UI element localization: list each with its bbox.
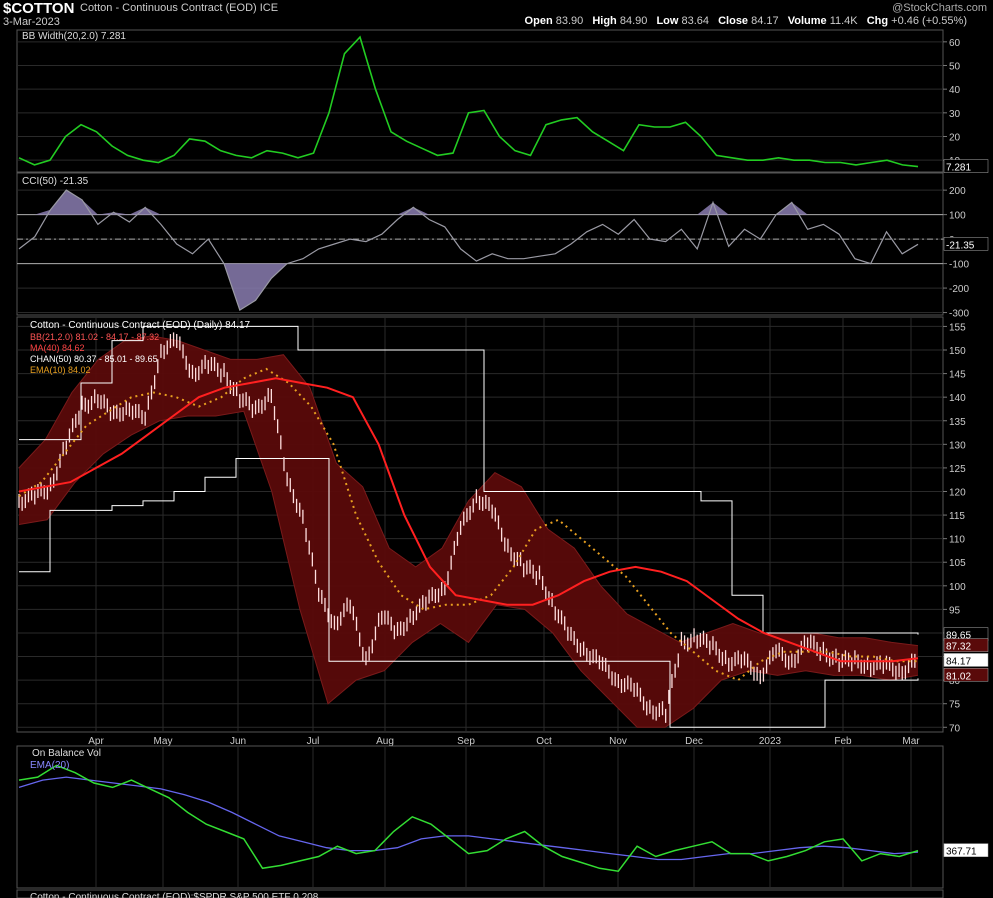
bbwidth-axis-tick-label: 30 (949, 109, 961, 120)
price-axis-tick-label: 145 (949, 370, 966, 381)
price-axis-tick-label: 140 (949, 393, 966, 404)
cci-panel (16, 172, 944, 316)
legend-item-3: EMA(10) 84.02 (30, 365, 91, 375)
price-axis-tick-label: 110 (949, 535, 965, 546)
x-axis-label-Jul: Jul (307, 736, 320, 747)
cci-axis-tick-label: 100 (949, 211, 966, 222)
x-axis-label-Mar: Mar (902, 736, 920, 747)
price-axis-tick-label: 125 (949, 464, 966, 475)
obv-last-value: 367.71 (946, 847, 977, 858)
price-last-value-3: 81.02 (946, 671, 971, 682)
x-axis-label-2023: 2023 (759, 736, 782, 747)
price-axis-tick-label: 135 (949, 417, 966, 428)
price-axis-tick-label: 155 (949, 322, 966, 333)
obv-panel (16, 745, 944, 889)
cci-axis-tick-label: -300 (949, 309, 969, 320)
x-axis-label-May: May (154, 736, 173, 747)
cci-axis-tick-label: -200 (949, 284, 969, 295)
x-axis-label-Jun: Jun (230, 736, 246, 747)
bbwidth-axis-tick-label: 40 (949, 85, 961, 96)
bbwidth-axis-tick-label: 20 (949, 133, 961, 144)
price-axis-tick-label: 95 (949, 605, 961, 616)
price-last-value-1: 87.32 (946, 642, 971, 653)
x-axis-label-Dec: Dec (685, 736, 703, 747)
legend-item-2: CHAN(50) 80.37 - 85.01 - 89.65 (30, 354, 158, 364)
price-axis-tick-label: 105 (949, 558, 966, 569)
cci-label: CCI(50) -21.35 (22, 176, 89, 187)
legend-item-0: BB(21,2.0) 81.02 - 84.17 - 87.32 (30, 332, 159, 342)
x-axis-label-Oct: Oct (536, 736, 552, 747)
ratio-label: Cotton - Continuous Contract (EOD):$SPDR… (30, 892, 319, 898)
x-axis-label-Apr: Apr (88, 736, 104, 747)
x-axis-label-Nov: Nov (609, 736, 627, 747)
bbwidth-axis-tick-label: 60 (949, 38, 961, 49)
cci-last-value: -21.35 (946, 240, 975, 251)
cci-axis-tick-label: 200 (949, 186, 966, 197)
bbwidth-panel (16, 29, 944, 173)
x-axis-label-Sep: Sep (457, 736, 475, 747)
price-axis-tick-label: 130 (949, 440, 966, 451)
price-axis-tick-label: 100 (949, 582, 966, 593)
price-axis-tick-label: 70 (949, 723, 961, 734)
price-axis-tick-label: 115 (949, 511, 965, 522)
bbwidth-last-value: 7.281 (946, 163, 971, 174)
obv-ema-label: EMA(20) (30, 760, 69, 771)
legend-item-1: MA(40) 84.62 (30, 343, 85, 353)
cci-axis-tick-label: -100 (949, 260, 969, 271)
price-last-value-2: 84.17 (946, 656, 971, 667)
chart-canvas[interactable]: 102030405060BB Width(20,2.0) 7.2817.281-… (0, 0, 993, 898)
x-axis-label-Aug: Aug (376, 736, 394, 747)
price-axis-tick-label: 75 (949, 700, 961, 711)
price-panel-title: Cotton - Continuous Contract (EOD) (Dail… (30, 320, 251, 331)
bbwidth-axis-tick-label: 50 (949, 62, 961, 73)
bbwidth-label: BB Width(20,2.0) 7.281 (22, 31, 126, 42)
price-axis-tick-label: 150 (949, 346, 966, 357)
price-axis-tick-label: 120 (949, 487, 966, 498)
x-axis-label-Feb: Feb (834, 736, 852, 747)
obv-label: On Balance Vol (32, 748, 101, 759)
